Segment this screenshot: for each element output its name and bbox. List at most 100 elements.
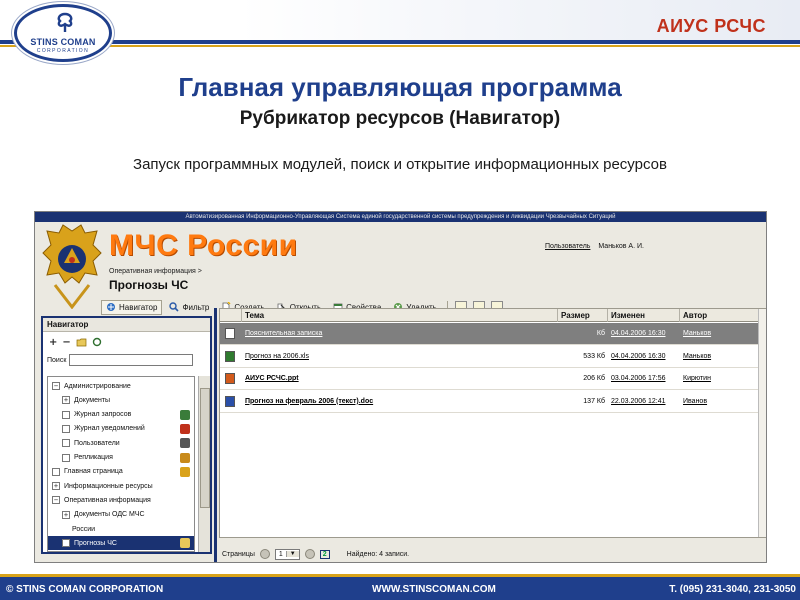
table-row[interactable]: АИУС РСЧС.ppt 206 Кб 03.04.2006 17:56 Кирют… xyxy=(220,368,760,390)
table-row[interactable]: Пояснительная записка Кб 04.04.2006 16:30 М… xyxy=(220,323,760,345)
resource-table: Тема Размер Изменен Автор Пояснительная … xyxy=(219,308,766,538)
toolbar-navigator-button[interactable]: Навигатор xyxy=(101,299,163,315)
row-author: Иванов xyxy=(683,397,708,405)
tree-item-label: Главная страница xyxy=(64,468,123,476)
navigator-scroll-thumb[interactable] xyxy=(200,388,210,508)
tree-item[interactable]: Главная страница xyxy=(48,465,194,479)
home-icon xyxy=(180,466,190,477)
page-count[interactable]: 2 xyxy=(319,549,330,559)
pages-label: Страницы xyxy=(222,550,255,558)
user-info: Пользователь Маньков А. И. xyxy=(545,243,644,250)
page-select-value: 1 xyxy=(278,550,283,558)
tree-item[interactable]: − Оперативная информация xyxy=(48,493,194,507)
tree-item[interactable]: + Документы xyxy=(48,393,194,407)
tree-item-label: Журнал запросов xyxy=(74,411,132,419)
tree-checkbox[interactable] xyxy=(62,539,70,548)
row-theme-link[interactable]: Прогноз на 2006.xls xyxy=(242,346,558,368)
chevron-down-icon: ▼ xyxy=(285,551,299,557)
row-size: Кб xyxy=(596,330,605,337)
user-label-link[interactable]: Пользователь xyxy=(545,243,590,250)
header-icon-column xyxy=(220,309,242,322)
mchs-logo-text: МЧС России xyxy=(109,229,298,262)
table-header: Тема Размер Изменен Автор xyxy=(220,309,760,322)
footer-website[interactable]: WWW.STINSCOMAN.COM xyxy=(372,584,496,595)
collapse-icon[interactable]: − xyxy=(52,382,60,390)
prev-page-button[interactable] xyxy=(259,549,270,559)
row-theme-link[interactable]: Прогноз на февраль 2006 (текст).doc xyxy=(242,391,558,413)
section-title: Прогнозы ЧС xyxy=(109,278,189,292)
footer-copyright: © STINS COMAN CORPORATION xyxy=(6,584,164,595)
row-theme-link[interactable]: Пояснительная записка xyxy=(242,323,558,345)
search-input[interactable] xyxy=(69,354,194,366)
header-author[interactable]: Автор xyxy=(680,309,760,322)
tree-checkbox[interactable] xyxy=(52,467,60,476)
app-banner: Автоматизированная Информационно-Управля… xyxy=(35,212,766,222)
tree-item[interactable]: Журнал уведомлений xyxy=(48,422,194,436)
expand-icon[interactable]: + xyxy=(62,510,70,519)
row-icon-cell xyxy=(220,368,242,390)
header-theme[interactable]: Тема xyxy=(242,309,558,322)
tree-item[interactable]: Пользователи xyxy=(48,436,194,450)
expand-all-icon[interactable]: + xyxy=(49,337,57,348)
ppt-icon xyxy=(225,373,235,384)
row-icon-cell xyxy=(220,391,242,413)
collapse-all-icon[interactable]: − xyxy=(62,337,70,348)
row-icon-cell xyxy=(220,346,242,368)
app-window: Автоматизированная Информационно-Управля… xyxy=(34,211,767,563)
tree-checkbox[interactable] xyxy=(62,453,70,462)
tree-item-label: Прогнозы ЧС xyxy=(74,539,117,547)
header-rule xyxy=(0,40,800,44)
panel-splitter[interactable] xyxy=(214,308,217,562)
row-modified: 22.03.2006 12:41 xyxy=(611,397,666,405)
expand-icon[interactable]: + xyxy=(62,396,70,405)
app-header: МЧС России Оперативная информация > Прог… xyxy=(35,222,766,315)
tree-item[interactable]: Прогнозы ЧС xyxy=(48,536,194,551)
table-scrollbar[interactable] xyxy=(758,309,766,537)
header-gold-rule xyxy=(0,45,800,47)
row-modified: 03.04.2006 17:56 xyxy=(611,375,666,382)
tree-item-label: Администрирование xyxy=(64,382,131,390)
navigator-search: Поиск xyxy=(47,354,210,366)
expand-icon[interactable]: + xyxy=(52,482,60,491)
tree-checkbox[interactable] xyxy=(62,410,70,419)
footer-phone: T. (095) 231-3040, 231-3050 xyxy=(669,584,796,595)
tree-item[interactable]: + Документы ОДС МЧС xyxy=(48,508,194,522)
tree-checkbox[interactable] xyxy=(62,424,70,433)
navigator-scrollbar[interactable] xyxy=(198,376,210,552)
company-subname: CORPORATION xyxy=(36,48,90,54)
navigator-icon xyxy=(107,303,115,311)
tree-item-label: России xyxy=(72,525,96,533)
tree-item[interactable]: Репликация xyxy=(48,451,194,465)
table-row[interactable]: Прогноз на февраль 2006 (текст).doc 137 К… xyxy=(220,391,760,413)
tree-item[interactable]: − Администрирование xyxy=(48,379,194,393)
slide-subtitle: Рубрикатор ресурсов (Навигатор) xyxy=(239,108,561,129)
slide-description: Запуск программных модулей, поиск и откр… xyxy=(133,156,667,173)
header-modified[interactable]: Изменен xyxy=(608,309,680,322)
next-page-button[interactable] xyxy=(304,549,315,559)
header-size[interactable]: Размер xyxy=(558,309,608,322)
found-count: Найдено: 4 записи. xyxy=(346,550,410,558)
refresh-icon[interactable] xyxy=(92,337,103,347)
tree-item-label: Документы xyxy=(74,396,111,404)
navigator-title: Навигатор xyxy=(43,318,210,332)
user-name: Маньков А. И. xyxy=(598,243,644,250)
tree-checkbox[interactable] xyxy=(62,439,70,448)
row-size: 137 Кб xyxy=(583,397,605,405)
collapse-icon[interactable]: − xyxy=(52,496,60,505)
tree-item[interactable]: России xyxy=(48,522,194,536)
tree-item-label: Репликация xyxy=(74,454,113,461)
company-emblem-icon xyxy=(57,12,73,32)
tree-item[interactable]: + Информационные ресурсы xyxy=(48,479,194,493)
toolbar-filter-button[interactable]: Фильтр xyxy=(164,300,214,315)
row-theme-link[interactable]: АИУС РСЧС.ppt xyxy=(242,368,558,390)
row-icon-cell xyxy=(220,323,242,345)
add-folder-icon[interactable] xyxy=(76,337,87,347)
word-icon xyxy=(225,395,235,407)
table-row[interactable]: Прогноз на 2006.xls 533 Кб 04.04.2006 16:3… xyxy=(220,346,760,368)
journal-icon xyxy=(180,409,190,420)
page-select[interactable]: 1 ▼ xyxy=(274,548,300,560)
slide-title: Главная управляющая программа xyxy=(178,72,622,102)
tree-item[interactable]: Журнал запросов xyxy=(48,408,194,422)
tree-item-label: Журнал уведомлений xyxy=(74,425,145,433)
navigator-tree: − Администрирование + Документы Журнал запро… xyxy=(47,376,195,552)
